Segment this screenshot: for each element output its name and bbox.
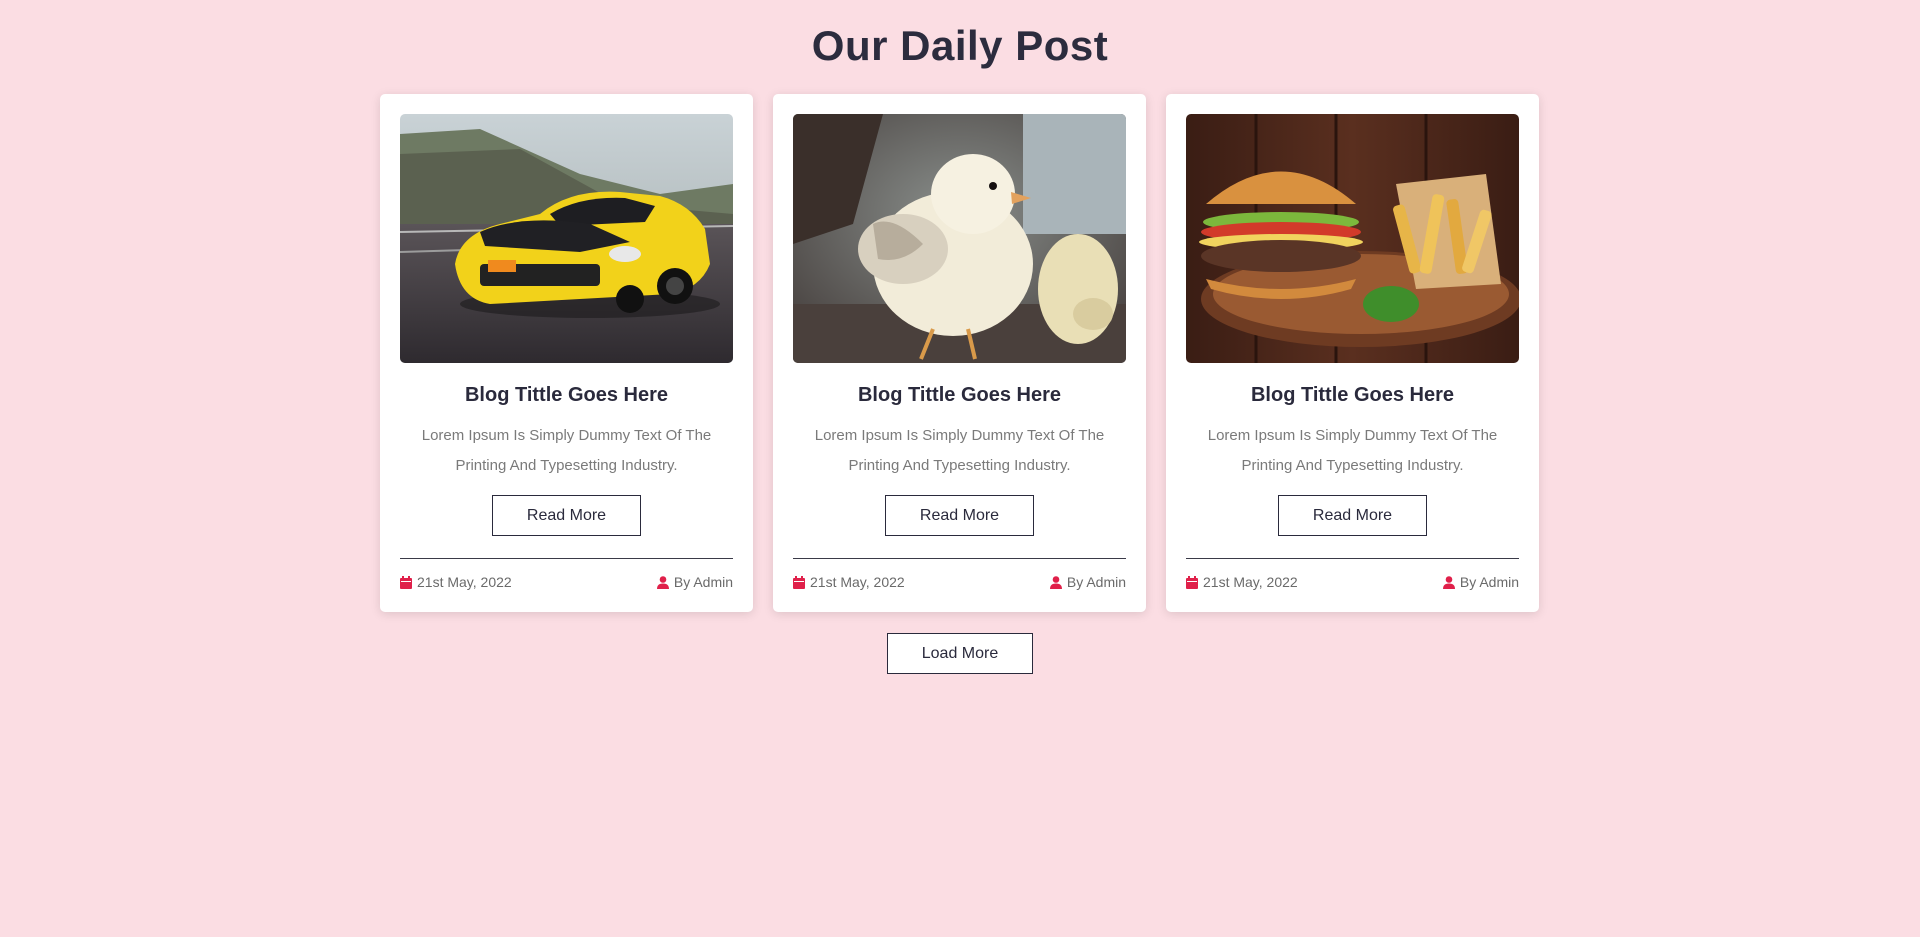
- post-meta: 21st May, 2022 By Admin: [1186, 574, 1519, 590]
- read-more-button[interactable]: Read More: [492, 495, 641, 536]
- post-title[interactable]: Blog Tittle Goes Here: [400, 384, 733, 407]
- post-author-text[interactable]: By Admin: [1067, 574, 1126, 590]
- post-excerpt: Lorem Ipsum Is Simply Dummy Text Of The …: [1207, 427, 1498, 474]
- post-image-chicks[interactable]: [793, 114, 1126, 363]
- calendar-icon: [793, 575, 805, 589]
- post-card: Blog Tittle Goes Here Lorem Ipsum Is Sim…: [1166, 94, 1539, 612]
- calendar-icon: [400, 575, 412, 589]
- post-date: 21st May, 2022: [793, 574, 905, 590]
- user-icon: [1049, 575, 1062, 589]
- calendar-icon: [1186, 575, 1198, 589]
- post-title[interactable]: Blog Tittle Goes Here: [1186, 384, 1519, 407]
- post-excerpt: Lorem Ipsum Is Simply Dummy Text Of The …: [421, 427, 712, 474]
- post-author: By Admin: [1442, 574, 1519, 590]
- divider: [400, 558, 733, 559]
- post-cards: Blog Tittle Goes Here Lorem Ipsum Is Sim…: [380, 94, 1540, 612]
- blog-section: Our Daily Post Blog Tittle Goes Here Lor…: [0, 0, 1920, 937]
- divider: [793, 558, 1126, 559]
- post-author-text[interactable]: By Admin: [1460, 574, 1519, 590]
- post-card: Blog Tittle Goes Here Lorem Ipsum Is Sim…: [380, 94, 753, 612]
- post-title[interactable]: Blog Tittle Goes Here: [793, 384, 1126, 407]
- divider: [1186, 558, 1519, 559]
- page-title: Our Daily Post: [811, 22, 1109, 69]
- post-date: 21st May, 2022: [1186, 574, 1298, 590]
- read-more-button[interactable]: Read More: [885, 495, 1034, 536]
- post-card: Blog Tittle Goes Here Lorem Ipsum Is Sim…: [773, 94, 1146, 612]
- post-meta: 21st May, 2022 By Admin: [793, 574, 1126, 590]
- user-icon: [1442, 575, 1455, 589]
- post-image-car[interactable]: [400, 114, 733, 363]
- user-icon: [656, 575, 669, 589]
- post-meta: 21st May, 2022 By Admin: [400, 574, 733, 590]
- post-date: 21st May, 2022: [400, 574, 512, 590]
- read-more-button[interactable]: Read More: [1278, 495, 1427, 536]
- post-date-text: 21st May, 2022: [810, 574, 905, 590]
- post-image-burger[interactable]: [1186, 114, 1519, 363]
- post-author: By Admin: [656, 574, 733, 590]
- post-excerpt: Lorem Ipsum Is Simply Dummy Text Of The …: [814, 427, 1105, 474]
- post-author: By Admin: [1049, 574, 1126, 590]
- post-date-text: 21st May, 2022: [1203, 574, 1298, 590]
- load-more-button[interactable]: Load More: [887, 633, 1033, 674]
- post-author-text[interactable]: By Admin: [674, 574, 733, 590]
- post-date-text: 21st May, 2022: [417, 574, 512, 590]
